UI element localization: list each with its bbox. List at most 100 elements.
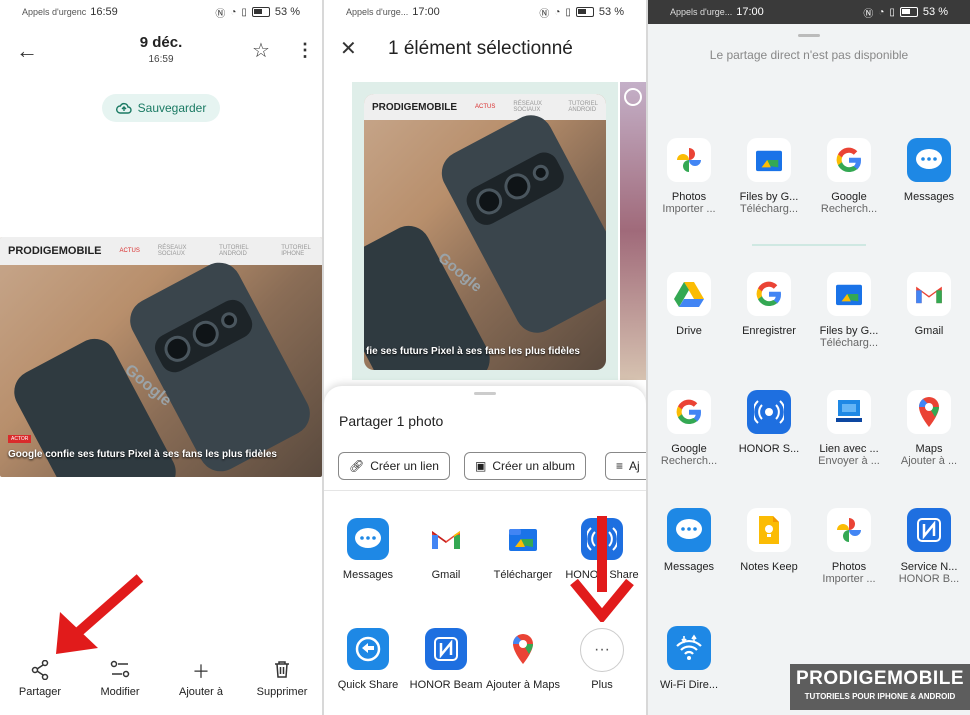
app-label: Google <box>831 191 867 203</box>
photo-site-header: PRODIGEMOBILE ACTUS RÉSEAUX SOCIAUX TUTO… <box>364 94 606 120</box>
gmail-icon <box>425 518 467 560</box>
chooser-app-maps[interactable]: Maps Ajouter à ... <box>888 390 970 467</box>
link-to-windows-icon <box>827 390 871 434</box>
app-label: Plus <box>591 679 613 691</box>
chooser-app-google[interactable]: Google Recherch... <box>808 138 890 215</box>
add-chip[interactable]: ≡ Aj <box>605 452 646 480</box>
chooser-app-google-2[interactable]: Google Recherch... <box>648 390 730 467</box>
google-icon <box>827 138 871 182</box>
status-bar: Appels d'urgenc 16:59 Ⓝ ◔ ▯ 53 % <box>0 0 322 24</box>
share-app-honor-beam[interactable]: HONOR Beam <box>406 628 486 692</box>
more-vert-icon[interactable]: ⋮ <box>296 40 314 61</box>
nfc-icon <box>907 508 951 552</box>
add-to-label: Ajouter à <box>178 686 224 698</box>
share-app-download[interactable]: Télécharger <box>483 518 563 582</box>
app-label: Service N... <box>900 561 958 573</box>
chooser-app-nfc-service[interactable]: Service N... HONOR B... <box>888 508 970 585</box>
app-label: Files by G... <box>819 325 879 337</box>
messages-icon <box>667 508 711 552</box>
share-app-messages[interactable]: Messages <box>328 518 408 582</box>
chooser-app-drive[interactable]: Drive <box>648 272 730 337</box>
red-arrow-annotation <box>56 574 144 654</box>
app-label: Drive <box>676 325 702 337</box>
photo-caption: Google confie ses futurs Pixel à ses fan… <box>8 449 277 460</box>
create-link-chip[interactable]: 🔗︎ Créer un lien <box>338 452 450 480</box>
carrier-label: Appels d'urge... <box>346 7 409 17</box>
photo-nav-item: TUTORIEL ANDROID <box>219 245 249 257</box>
app-sublabel: Ajouter à ... <box>900 455 958 467</box>
messages-icon <box>907 138 951 182</box>
chooser-app-photos-2[interactable]: Photos Importer ... <box>808 508 890 585</box>
chooser-app-honor-share[interactable]: HONOR S... <box>728 390 810 455</box>
share-app-more[interactable]: ··· Plus <box>562 628 642 692</box>
direct-share-note: Le partage direct n'est pas disponible <box>709 48 909 62</box>
add-to-button[interactable]: ＋ Ajouter à <box>161 660 241 698</box>
status-bar: Appels d'urge... 17:00 Ⓝ ◔ ▯ 53 % <box>324 0 646 24</box>
photo-nav-item: ACTUS <box>475 104 496 110</box>
next-photo-thumbnail[interactable] <box>620 82 646 380</box>
photo-caption: fie ses futurs Pixel à ses fans les plus… <box>366 346 580 357</box>
battery-percent: 53 % <box>598 6 624 18</box>
app-label: Maps <box>915 443 943 455</box>
app-label: Wi-Fi Dire... <box>659 679 719 691</box>
google-icon <box>667 390 711 434</box>
status-bar: Appels d'urge... 17:00 Ⓝ ◔ ▯ 53 % <box>648 0 970 24</box>
chip-label: Créer un lien <box>370 459 439 473</box>
edit-button[interactable]: Modifier <box>80 660 160 698</box>
photo-action-bar: Partager Modifier ＋ Ajouter à Supprimer <box>0 659 322 715</box>
battery-percent: 53 % <box>922 6 948 18</box>
photo[interactable]: PRODIGEMOBILE ACTUS RÉSEAUX SOCIAUX TUTO… <box>0 237 322 477</box>
app-sublabel: Importer ... <box>822 573 876 585</box>
gallery-photo-view: Appels d'urgenc 16:59 Ⓝ ◔ ▯ 53 % ← 9 déc… <box>0 0 322 715</box>
chooser-app-files-2[interactable]: Files by G... Télécharg... <box>808 272 890 349</box>
adjust-icon <box>110 660 130 678</box>
select-circle-icon[interactable] <box>624 88 642 106</box>
app-label: HONOR Beam <box>409 679 483 691</box>
save-button[interactable]: Sauvegarder <box>102 94 220 122</box>
sheet-handle[interactable] <box>474 392 496 395</box>
share-label: Partager <box>18 686 62 698</box>
status-time: 17:00 <box>412 6 440 18</box>
app-sublabel: Télécharg... <box>739 203 799 215</box>
nfc-icon: Ⓝ <box>539 8 550 20</box>
photo-nav-item: RÉSEAUX SOCIAUX <box>157 245 187 257</box>
photo-header: ← 9 déc. 16:59 ☆ ⋮ <box>0 34 322 74</box>
app-sublabel: Recherch... <box>820 203 878 215</box>
chooser-app-photos[interactable]: Photos Importer ... <box>648 138 730 215</box>
share-app-maps[interactable]: Ajouter à Maps <box>483 628 563 692</box>
photo-nav-item: RÉSEAUX SOCIAUX <box>513 101 543 113</box>
nfc-icon: Ⓝ <box>215 8 226 20</box>
chooser-app-save[interactable]: Enregistrer <box>728 272 810 337</box>
chip-label: Aj <box>629 459 640 473</box>
share-app-quick-share[interactable]: Quick Share <box>328 628 408 692</box>
sheet-handle[interactable] <box>798 34 820 37</box>
nfc-icon: Ⓝ <box>863 8 874 20</box>
app-sublabel: Importer ... <box>662 203 716 215</box>
app-label: Messages <box>903 191 955 203</box>
delete-button[interactable]: Supprimer <box>242 660 322 698</box>
photo-site-header: PRODIGEMOBILE ACTUS RÉSEAUX SOCIAUX TUTO… <box>0 237 322 265</box>
files-icon <box>502 518 544 560</box>
app-label: Google <box>671 443 707 455</box>
share-app-gmail[interactable]: Gmail <box>406 518 486 582</box>
chooser-app-files[interactable]: Files by G... Télécharg... <box>728 138 810 215</box>
selected-photo-frame[interactable]: PRODIGEMOBILE ACTUS RÉSEAUX SOCIAUX TUTO… <box>352 82 618 380</box>
selection-header: ✕ 1 élément sélectionné <box>324 36 646 66</box>
favorite-star-icon[interactable]: ☆ <box>252 38 270 63</box>
chooser-app-messages-2[interactable]: Messages <box>648 508 730 573</box>
files-icon <box>747 138 791 182</box>
chooser-app-messages[interactable]: Messages <box>888 138 970 203</box>
photo-date: 9 déc. <box>139 34 183 51</box>
chooser-app-wifi-direct[interactable]: Wi-Fi Dire... <box>648 626 730 691</box>
photo-nav-item: TUTORIEL IPHONE <box>281 245 311 257</box>
chooser-app-keep[interactable]: Notes Keep <box>728 508 810 573</box>
selection-title: 1 élément sélectionné <box>388 38 573 59</box>
chooser-app-gmail[interactable]: Gmail <box>888 272 970 337</box>
chooser-app-link-to-windows[interactable]: Lien avec ... Envoyer à ... <box>808 390 890 467</box>
divider <box>752 244 866 246</box>
share-button[interactable]: Partager <box>0 659 80 698</box>
create-album-chip[interactable]: ▣ Créer un album <box>464 452 587 480</box>
close-icon[interactable]: ✕ <box>340 36 357 61</box>
battery-icon <box>575 7 594 17</box>
playlist-add-icon: ≡ <box>616 459 624 473</box>
